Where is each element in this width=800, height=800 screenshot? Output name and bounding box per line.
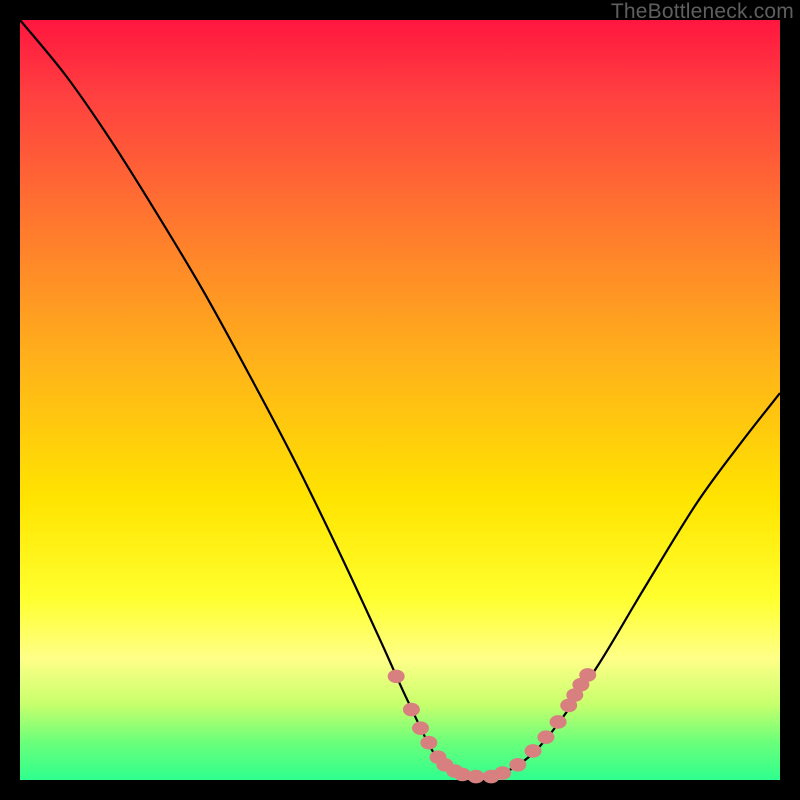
marker-dot <box>525 744 542 758</box>
marker-dot <box>537 730 554 744</box>
marker-dot <box>403 703 420 717</box>
bottleneck-curve <box>20 20 780 778</box>
chart-frame: TheBottleneck.com <box>0 0 800 800</box>
marker-dot <box>388 670 405 684</box>
marker-dot <box>550 715 567 729</box>
marker-dot <box>509 758 526 772</box>
watermark-text: TheBottleneck.com <box>611 0 794 24</box>
marker-dot <box>420 736 437 750</box>
marker-dot <box>468 770 485 784</box>
bottleneck-markers <box>388 668 597 783</box>
marker-dot <box>494 766 511 780</box>
marker-dot <box>579 668 596 682</box>
chart-svg <box>20 20 780 780</box>
marker-dot <box>412 721 429 735</box>
